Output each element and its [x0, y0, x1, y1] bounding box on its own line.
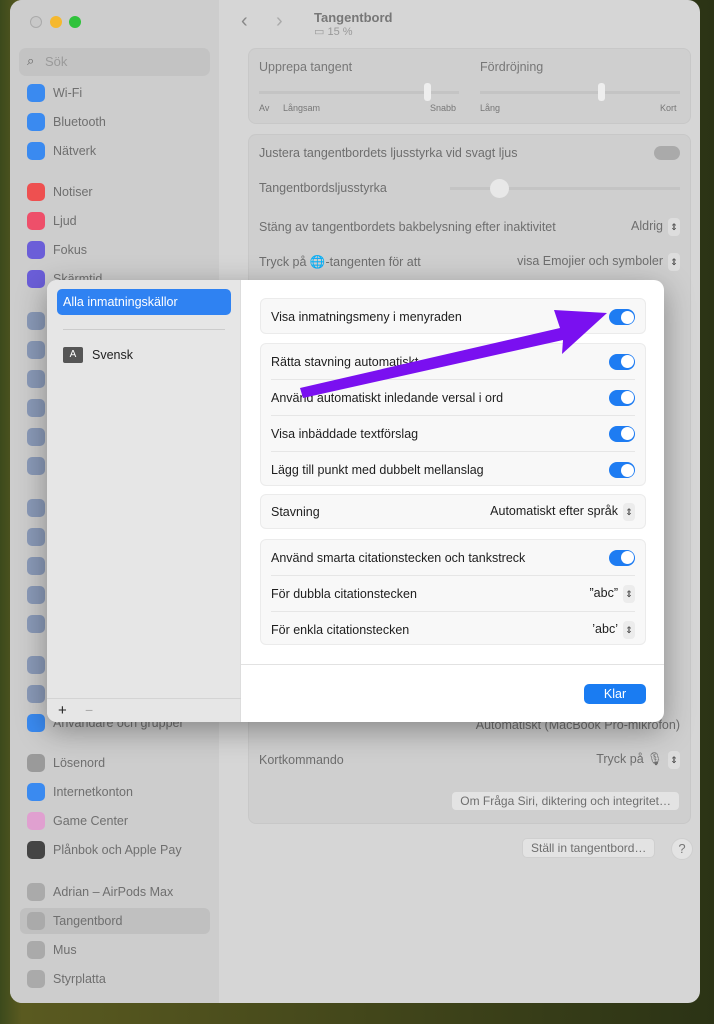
arrow-shape	[300, 310, 607, 398]
annotation-arrow	[300, 310, 607, 398]
